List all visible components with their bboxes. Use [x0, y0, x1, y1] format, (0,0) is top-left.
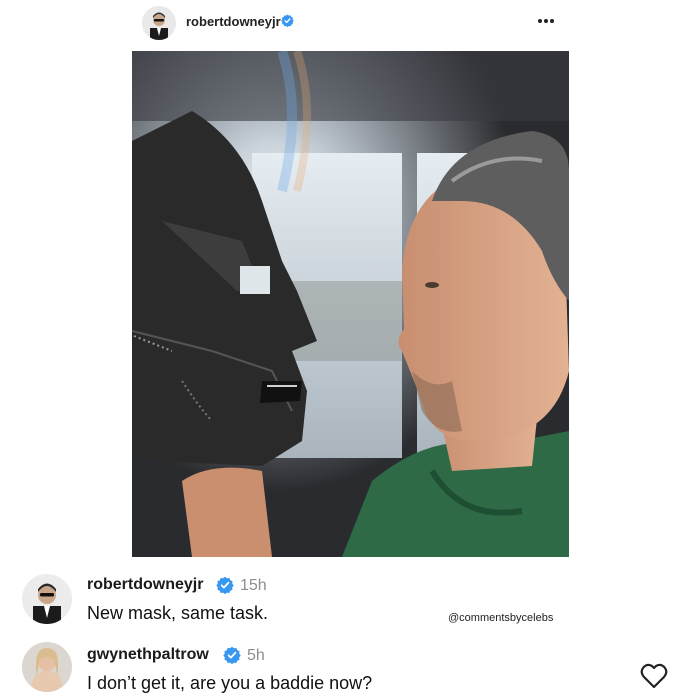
more-options-icon[interactable]: [532, 10, 560, 32]
comment-text: I don’t get it, are you a baddie now?: [87, 673, 373, 693]
post-author-username[interactable]: robertdowneyjr: [186, 14, 281, 29]
comment-username[interactable]: gwynethpaltrow: [87, 646, 209, 664]
comment-timestamp: 5h: [247, 647, 265, 664]
heart-outline-icon[interactable]: [640, 663, 668, 689]
comment-username[interactable]: robertdowneyjr: [87, 576, 203, 594]
post-header: robertdowneyjr: [0, 0, 700, 48]
post-author-avatar[interactable]: [142, 6, 176, 40]
post-photo[interactable]: [132, 51, 569, 557]
verified-badge-icon: [216, 576, 234, 599]
verified-badge-icon: [223, 646, 241, 669]
comment-text: New mask, same task.: [87, 603, 269, 623]
watermark-text: @commentsbycelebs: [448, 612, 554, 624]
commenter-avatar[interactable]: [22, 642, 72, 692]
verified-badge-icon: [281, 14, 294, 32]
commenter-avatar[interactable]: [22, 574, 72, 624]
comment-timestamp: 15h: [240, 577, 267, 594]
comment-item: gwynethpaltrow 5h I don’t get it, are yo…: [0, 640, 700, 700]
comment-item: robertdowneyjr 15h New mask, same task.: [0, 570, 700, 630]
